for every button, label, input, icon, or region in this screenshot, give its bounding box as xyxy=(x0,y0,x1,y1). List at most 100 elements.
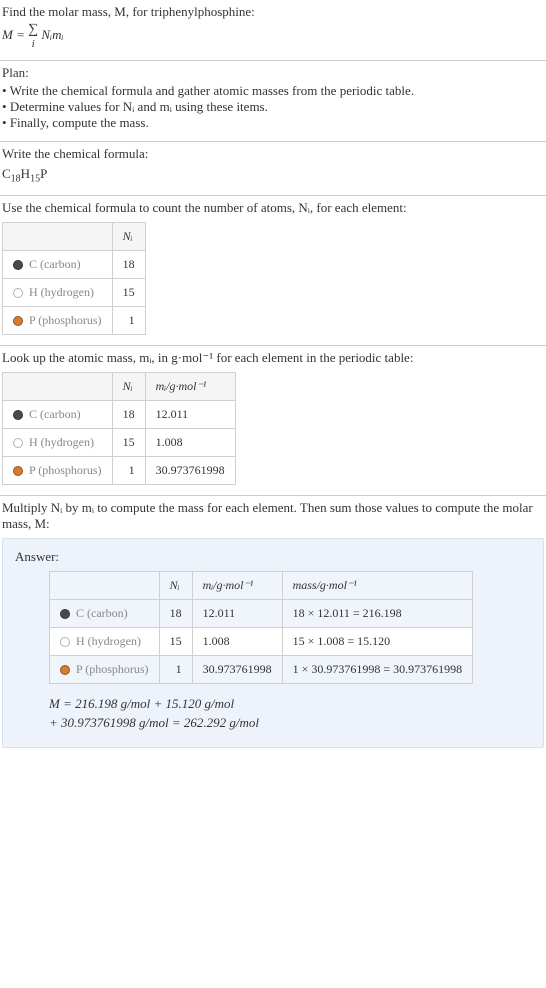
element-name: C (carbon) xyxy=(29,407,81,421)
ni-cell: 18 xyxy=(112,250,145,278)
element-cell: P (phosphorus) xyxy=(3,456,113,484)
atomic-mass-section: Look up the atomic mass, mᵢ, in g·mol⁻¹ … xyxy=(0,346,546,496)
elem-c: C xyxy=(2,166,11,181)
atom-count-table: Nᵢ C (carbon) 18 H (hydrogen) 15 P (phos… xyxy=(2,222,146,335)
molar-mass-formula: M = ∑i Nᵢmᵢ xyxy=(2,22,544,50)
element-cell: C (carbon) xyxy=(50,599,160,627)
element-name: P (phosphorus) xyxy=(29,313,102,327)
plan-item: Finally, compute the mass. xyxy=(2,115,544,131)
chemical-formula-section: Write the chemical formula: C18H15P xyxy=(0,142,546,196)
table-row: H (hydrogen) 15 xyxy=(3,278,146,306)
header-mi: mᵢ/g·mol⁻¹ xyxy=(145,372,235,400)
table-row: H (hydrogen) 15 1.008 xyxy=(3,428,236,456)
plan-title: Plan: xyxy=(2,65,544,81)
element-name: P (phosphorus) xyxy=(29,463,102,477)
table-row: H (hydrogen) 15 1.008 15 × 1.008 = 15.12… xyxy=(50,627,473,655)
element-swatch xyxy=(13,466,23,476)
table-row: P (phosphorus) 1 30.973761998 xyxy=(3,456,236,484)
atomic-mass-table: Nᵢ mᵢ/g·mol⁻¹ C (carbon) 18 12.011 H (hy… xyxy=(2,372,236,485)
mi-cell: 12.011 xyxy=(145,400,235,428)
element-cell: P (phosphorus) xyxy=(50,655,160,683)
mi-cell: 30.973761998 xyxy=(192,655,282,683)
formula-lhs: M = xyxy=(2,27,28,42)
mass-cell: 18 × 12.011 = 216.198 xyxy=(282,599,473,627)
ni-cell: 1 xyxy=(112,456,145,484)
plan-item: Determine values for Nᵢ and mᵢ using the… xyxy=(2,99,544,115)
element-cell: H (hydrogen) xyxy=(3,428,113,456)
element-name: H (hydrogen) xyxy=(29,285,94,299)
elem-c-count: 18 xyxy=(11,174,21,185)
ni-cell: 18 xyxy=(112,400,145,428)
sigma: ∑ xyxy=(28,22,38,37)
element-name: H (hydrogen) xyxy=(76,634,141,648)
atom-count-section: Use the chemical formula to count the nu… xyxy=(0,196,546,346)
count-title: Use the chemical formula to count the nu… xyxy=(2,200,544,216)
element-swatch xyxy=(13,438,23,448)
intro-text: Find the molar mass, M, for triphenylpho… xyxy=(2,4,544,20)
header-mi: mᵢ/g·mol⁻¹ xyxy=(192,571,282,599)
chem-formula-title: Write the chemical formula: xyxy=(2,146,544,162)
mi-cell: 30.973761998 xyxy=(145,456,235,484)
final-sum-line2: + 30.973761998 g/mol = 262.292 g/mol xyxy=(49,713,531,733)
element-swatch xyxy=(13,260,23,270)
summation-symbol: ∑i xyxy=(28,22,38,50)
element-cell: C (carbon) xyxy=(3,250,113,278)
compute-section: Multiply Nᵢ by mᵢ to compute the mass fo… xyxy=(0,496,546,758)
element-name: C (carbon) xyxy=(76,606,128,620)
header-blank xyxy=(3,222,113,250)
sum-index: i xyxy=(32,38,35,50)
element-name: H (hydrogen) xyxy=(29,435,94,449)
element-swatch xyxy=(13,316,23,326)
header-ni: Nᵢ xyxy=(112,372,145,400)
ni-cell: 1 xyxy=(159,655,192,683)
table-header-row: Nᵢ xyxy=(3,222,146,250)
ni-cell: 15 xyxy=(112,278,145,306)
element-swatch xyxy=(13,288,23,298)
element-name: P (phosphorus) xyxy=(76,662,149,676)
element-cell: H (hydrogen) xyxy=(50,627,160,655)
table-row: C (carbon) 18 12.011 18 × 12.011 = 216.1… xyxy=(50,599,473,627)
mi-cell: 1.008 xyxy=(145,428,235,456)
table-row: C (carbon) 18 12.011 xyxy=(3,400,236,428)
mass-title: Look up the atomic mass, mᵢ, in g·mol⁻¹ … xyxy=(2,350,544,366)
element-swatch xyxy=(60,609,70,619)
answer-table: Nᵢ mᵢ/g·mol⁻¹ mass/g·mol⁻¹ C (carbon) 18… xyxy=(49,571,473,684)
elem-h-count: 15 xyxy=(30,174,40,185)
header-blank xyxy=(3,372,113,400)
plan-item: Write the chemical formula and gather at… xyxy=(2,83,544,99)
header-ni: Nᵢ xyxy=(112,222,145,250)
table-row: P (phosphorus) 1 xyxy=(3,306,146,334)
element-name: C (carbon) xyxy=(29,257,81,271)
element-cell: H (hydrogen) xyxy=(3,278,113,306)
table-row: P (phosphorus) 1 30.973761998 1 × 30.973… xyxy=(50,655,473,683)
mass-cell: 15 × 1.008 = 15.120 xyxy=(282,627,473,655)
mi-cell: 12.011 xyxy=(192,599,282,627)
header-ni: Nᵢ xyxy=(159,571,192,599)
ni-cell: 18 xyxy=(159,599,192,627)
element-swatch xyxy=(60,637,70,647)
element-cell: P (phosphorus) xyxy=(3,306,113,334)
mi-cell: 1.008 xyxy=(192,627,282,655)
multiply-title: Multiply Nᵢ by mᵢ to compute the mass fo… xyxy=(2,500,544,532)
element-swatch xyxy=(13,410,23,420)
answer-label: Answer: xyxy=(15,549,531,565)
table-row: C (carbon) 18 xyxy=(3,250,146,278)
table-header-row: Nᵢ mᵢ/g·mol⁻¹ mass/g·mol⁻¹ xyxy=(50,571,473,599)
elem-h: H xyxy=(21,166,30,181)
header-blank xyxy=(50,571,160,599)
ni-cell: 15 xyxy=(112,428,145,456)
answer-box: Answer: Nᵢ mᵢ/g·mol⁻¹ mass/g·mol⁻¹ C (ca… xyxy=(2,538,544,748)
ni-cell: 15 xyxy=(159,627,192,655)
element-swatch xyxy=(60,665,70,675)
plan-section: Plan: Write the chemical formula and gat… xyxy=(0,61,546,142)
final-sum-line1: M = 216.198 g/mol + 15.120 g/mol xyxy=(49,694,531,714)
formula-rhs: Nᵢmᵢ xyxy=(38,27,63,42)
element-cell: C (carbon) xyxy=(3,400,113,428)
plan-list: Write the chemical formula and gather at… xyxy=(2,83,544,131)
header-mass: mass/g·mol⁻¹ xyxy=(282,571,473,599)
elem-p: P xyxy=(40,166,47,181)
mass-cell: 1 × 30.973761998 = 30.973761998 xyxy=(282,655,473,683)
intro-section: Find the molar mass, M, for triphenylpho… xyxy=(0,0,546,61)
ni-cell: 1 xyxy=(112,306,145,334)
chemical-formula: C18H15P xyxy=(2,166,544,185)
